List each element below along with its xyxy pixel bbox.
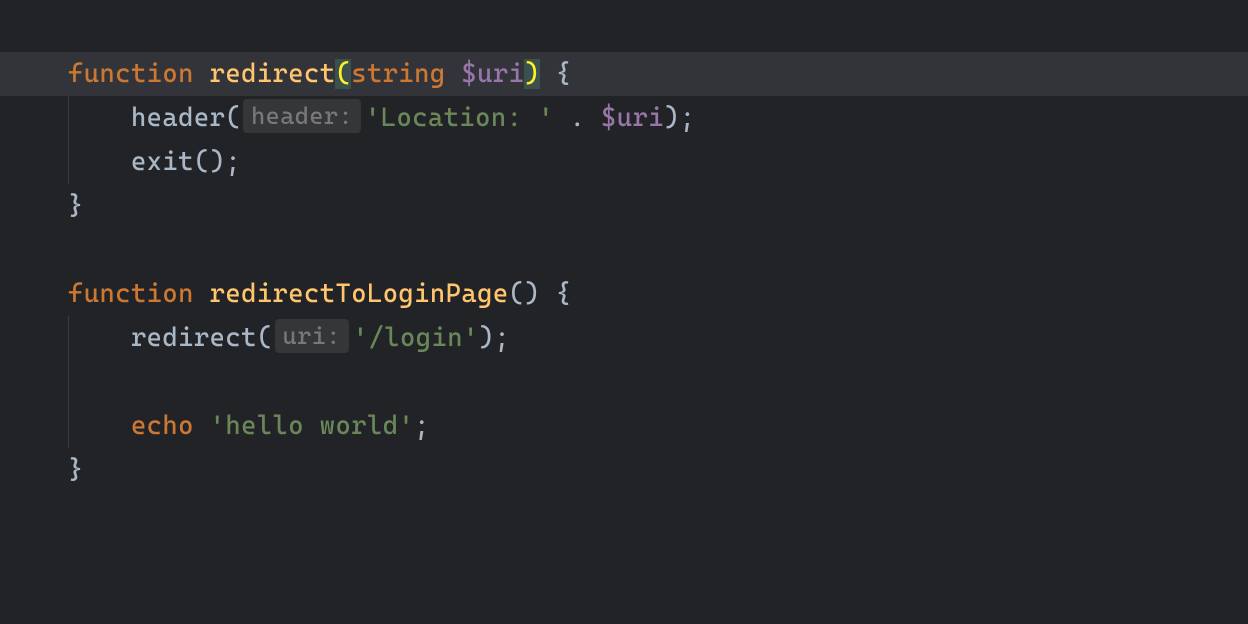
code-text: () { <box>509 279 572 309</box>
code-line[interactable]: } <box>68 184 1248 228</box>
variable: $uri <box>601 103 664 133</box>
function-name: redirectToLoginPage <box>210 279 509 309</box>
code-text: ); <box>664 103 695 133</box>
paren: ( <box>225 103 241 133</box>
function-call: header <box>131 103 225 133</box>
indent <box>68 103 131 133</box>
keyword-type: string <box>351 59 461 89</box>
parameter-hint: uri: <box>275 319 349 353</box>
code-text: ; <box>414 411 430 441</box>
code-line[interactable]: exit(); <box>68 140 1248 184</box>
brace-close: } <box>68 191 84 221</box>
brace-close: } <box>68 455 84 485</box>
function-call: exit <box>131 147 194 177</box>
code-line[interactable]: header(header:'Location: ' . $uri); <box>68 96 1248 140</box>
operator-concat: . <box>554 103 601 133</box>
code-text: ); <box>479 323 510 353</box>
code-line[interactable]: echo 'hello world'; <box>68 404 1248 448</box>
indent <box>68 411 131 441</box>
variable: $uri <box>461 59 524 89</box>
code-line-empty[interactable] <box>68 228 1248 272</box>
keyword-function: function <box>68 279 210 309</box>
function-call: redirect <box>131 323 257 353</box>
keyword-echo: echo <box>131 411 210 441</box>
matched-paren-open: ( <box>335 59 351 89</box>
code-editor[interactable]: function redirect(string $uri) { header(… <box>0 0 1248 492</box>
string-literal: 'Location: ' <box>365 103 554 133</box>
indent <box>68 323 131 353</box>
parameter-hint: header: <box>243 99 361 133</box>
code-text: { <box>540 59 571 89</box>
code-line[interactable]: redirect(uri:'/login'); <box>68 316 1248 360</box>
code-text: (); <box>194 147 241 177</box>
code-line[interactable]: function redirectToLoginPage() { <box>68 272 1248 316</box>
function-name: redirect <box>210 59 336 89</box>
matched-paren-close: ) <box>524 59 540 89</box>
string-literal: '/login' <box>353 323 479 353</box>
code-line-empty[interactable] <box>68 360 1248 404</box>
indent <box>68 147 131 177</box>
string-literal: 'hello world' <box>210 411 415 441</box>
indent-guide <box>68 360 69 404</box>
code-line[interactable]: } <box>68 448 1248 492</box>
paren: ( <box>257 323 273 353</box>
code-line[interactable]: function redirect(string $uri) { <box>0 52 1248 96</box>
keyword-function: function <box>68 59 210 89</box>
